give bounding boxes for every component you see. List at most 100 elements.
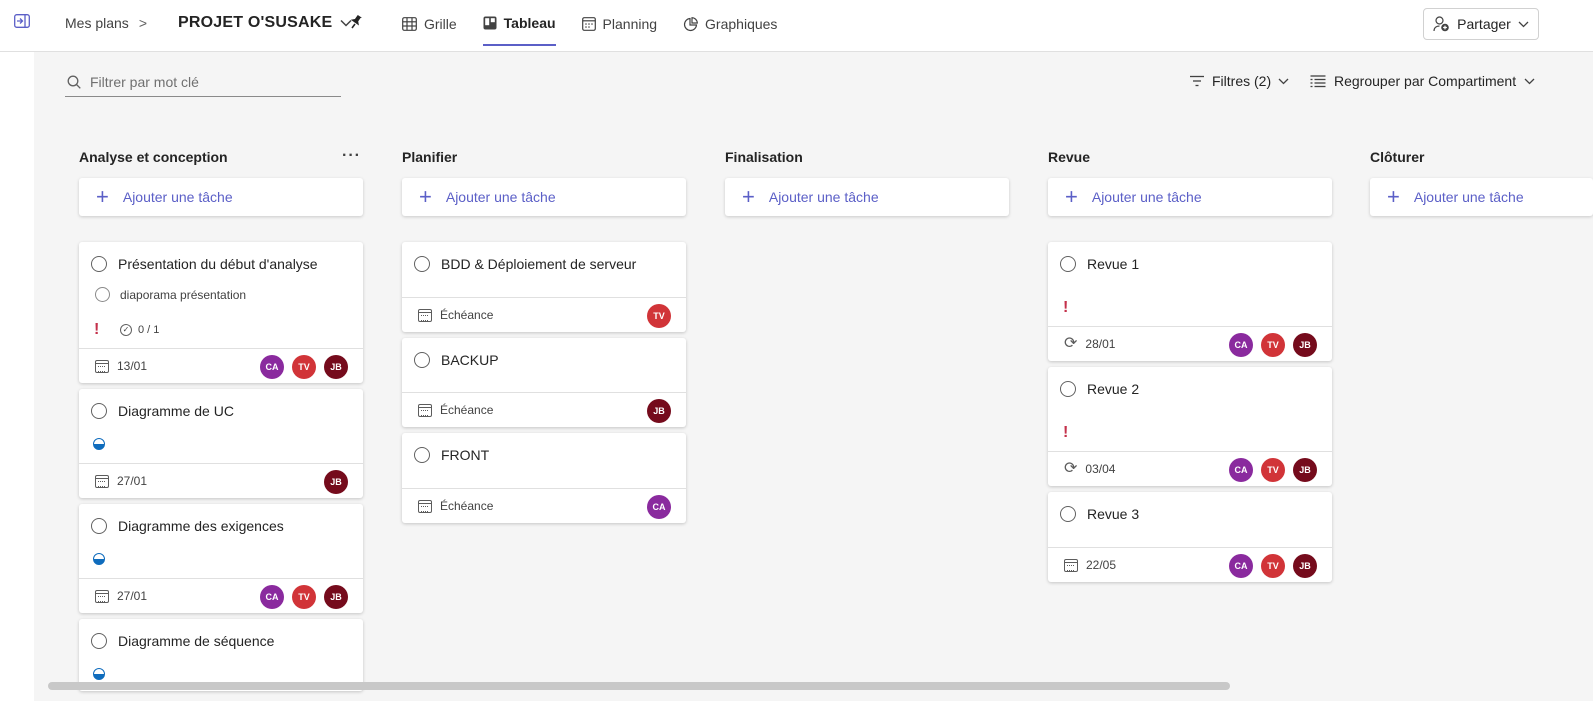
avatar[interactable]: JB — [324, 355, 348, 379]
complete-task-checkbox[interactable] — [414, 256, 430, 272]
avatar[interactable]: TV — [292, 355, 316, 379]
breadcrumb-my-plans[interactable]: Mes plans — [65, 15, 129, 31]
filters-button[interactable]: Filtres (2) — [1189, 73, 1289, 89]
complete-task-checkbox[interactable] — [1060, 506, 1076, 522]
bucket-title[interactable]: Analyse et conception — [79, 149, 228, 165]
task-title: Diagramme de séquence — [118, 633, 275, 649]
avatar[interactable]: JB — [324, 470, 348, 494]
complete-task-checkbox[interactable] — [1060, 381, 1076, 397]
tab-board-label: Tableau — [503, 15, 556, 31]
checklist-item[interactable]: diaporama présentation — [95, 287, 246, 302]
task-card[interactable]: BACKUP Échéance JB — [402, 338, 686, 427]
complete-task-checkbox[interactable] — [414, 447, 430, 463]
horizontal-scrollbar[interactable] — [48, 682, 1230, 690]
avatar[interactable]: CA — [1229, 554, 1253, 578]
avatar[interactable]: CA — [647, 495, 671, 519]
add-task-button[interactable]: + Ajouter une tâche — [402, 178, 686, 216]
avatar[interactable]: JB — [647, 399, 671, 423]
checklist-checkbox[interactable] — [95, 287, 110, 302]
checklist-item-label: diaporama présentation — [120, 287, 247, 302]
complete-task-checkbox[interactable] — [91, 518, 107, 534]
calendar-icon — [1064, 558, 1078, 572]
assignees: CA TV JB — [1229, 333, 1317, 357]
task-card[interactable]: Diagramme de séquence — [79, 619, 363, 691]
due-date: Échéance — [440, 499, 494, 513]
avatar[interactable]: TV — [647, 304, 671, 328]
assignees: JB — [647, 399, 671, 423]
bucket-title[interactable]: Finalisation — [725, 149, 803, 165]
add-task-button[interactable]: + Ajouter une tâche — [1370, 178, 1593, 216]
share-button[interactable]: Partager — [1423, 8, 1539, 40]
filters-label: Filtres (2) — [1212, 73, 1272, 89]
expand-panel-icon[interactable] — [14, 14, 32, 30]
task-card[interactable]: Présentation du début d'analyse diaporam… — [79, 242, 363, 383]
view-tabs: Grille Tableau Planning Graphiques — [402, 0, 777, 52]
task-card-footer: Échéance TV — [402, 297, 686, 332]
avatar[interactable]: JB — [324, 585, 348, 609]
avatar[interactable]: TV — [1261, 333, 1285, 357]
avatar[interactable]: CA — [1229, 458, 1253, 482]
avatar[interactable]: TV — [1261, 458, 1285, 482]
more-options-icon[interactable]: ··· — [342, 147, 361, 165]
add-task-button[interactable]: + Ajouter une tâche — [1048, 178, 1332, 216]
tab-planning-label: Planning — [602, 16, 658, 32]
due-date: 27/01 — [117, 474, 148, 488]
task-title: Revue 3 — [1087, 506, 1140, 522]
tab-grid[interactable]: Grille — [402, 0, 457, 46]
bucket-title[interactable]: Revue — [1048, 149, 1090, 165]
avatar[interactable]: CA — [260, 585, 284, 609]
task-card[interactable]: BDD & Déploiement de serveur Échéance TV — [402, 242, 686, 332]
assignees: TV — [647, 304, 671, 328]
pin-icon[interactable] — [349, 14, 365, 32]
add-task-button[interactable]: + Ajouter une tâche — [725, 178, 1009, 216]
group-by-button[interactable]: Regrouper par Compartiment — [1310, 73, 1535, 89]
chevron-down-icon — [1518, 21, 1529, 27]
task-title: BACKUP — [441, 352, 499, 368]
task-card[interactable]: Revue 3 22/05 CA TV JB — [1048, 492, 1332, 582]
task-card-footer: 27/01 JB — [79, 463, 363, 498]
plan-title[interactable]: PROJET O'SUSAKE — [178, 14, 352, 32]
bucket-title[interactable]: Planifier — [402, 149, 457, 165]
avatar[interactable]: CA — [1229, 333, 1253, 357]
avatar[interactable]: JB — [1293, 554, 1317, 578]
avatar[interactable]: TV — [292, 585, 316, 609]
avatar[interactable]: JB — [1293, 333, 1317, 357]
task-card[interactable]: Revue 2 ! ⟳ 03/04 CA TV JB — [1048, 367, 1332, 486]
complete-task-checkbox[interactable] — [91, 256, 107, 272]
add-task-button[interactable]: + Ajouter une tâche — [79, 178, 363, 216]
task-card[interactable]: FRONT Échéance CA — [402, 433, 686, 523]
plus-icon: + — [1387, 184, 1400, 209]
avatar[interactable]: TV — [1261, 554, 1285, 578]
top-bar: Mes plans > PROJET O'SUSAKE Grille Table… — [0, 0, 1593, 52]
grid-icon — [402, 17, 417, 31]
complete-task-checkbox[interactable] — [414, 352, 430, 368]
search-field[interactable] — [65, 68, 341, 97]
task-card[interactable]: Diagramme des exigences 27/01 CA TV JB — [79, 504, 363, 613]
avatar[interactable]: CA — [260, 355, 284, 379]
due-date: Échéance — [440, 308, 494, 322]
task-title: Présentation du début d'analyse — [118, 256, 318, 272]
complete-task-checkbox[interactable] — [91, 403, 107, 419]
due-date: 22/05 — [1086, 558, 1117, 572]
task-card[interactable]: Diagramme de UC 27/01 JB — [79, 389, 363, 498]
assignees: CA TV JB — [260, 585, 348, 609]
share-label: Partager — [1457, 16, 1511, 32]
task-card-footer: 27/01 CA TV JB — [79, 578, 363, 613]
task-card[interactable]: Revue 1 ! ⟳ 28/01 CA TV JB — [1048, 242, 1332, 361]
bucket-title[interactable]: Clôturer — [1370, 149, 1424, 165]
complete-task-checkbox[interactable] — [1060, 256, 1076, 272]
assignees: CA TV JB — [260, 355, 348, 379]
complete-task-checkbox[interactable] — [91, 633, 107, 649]
breadcrumb-separator: > — [138, 15, 147, 31]
avatar[interactable]: JB — [1293, 458, 1317, 482]
calendar-icon — [95, 589, 109, 603]
tab-board[interactable]: Tableau — [482, 0, 556, 46]
chart-icon — [684, 16, 698, 31]
search-input[interactable] — [90, 74, 320, 90]
tab-planning[interactable]: Planning — [581, 0, 658, 46]
task-title: Revue 1 — [1087, 256, 1140, 272]
plus-icon: + — [96, 184, 109, 209]
checklist-progress: ✓ 0 / 1 — [120, 324, 159, 336]
tab-charts[interactable]: Graphiques — [683, 0, 777, 46]
due-date: Échéance — [440, 403, 494, 417]
